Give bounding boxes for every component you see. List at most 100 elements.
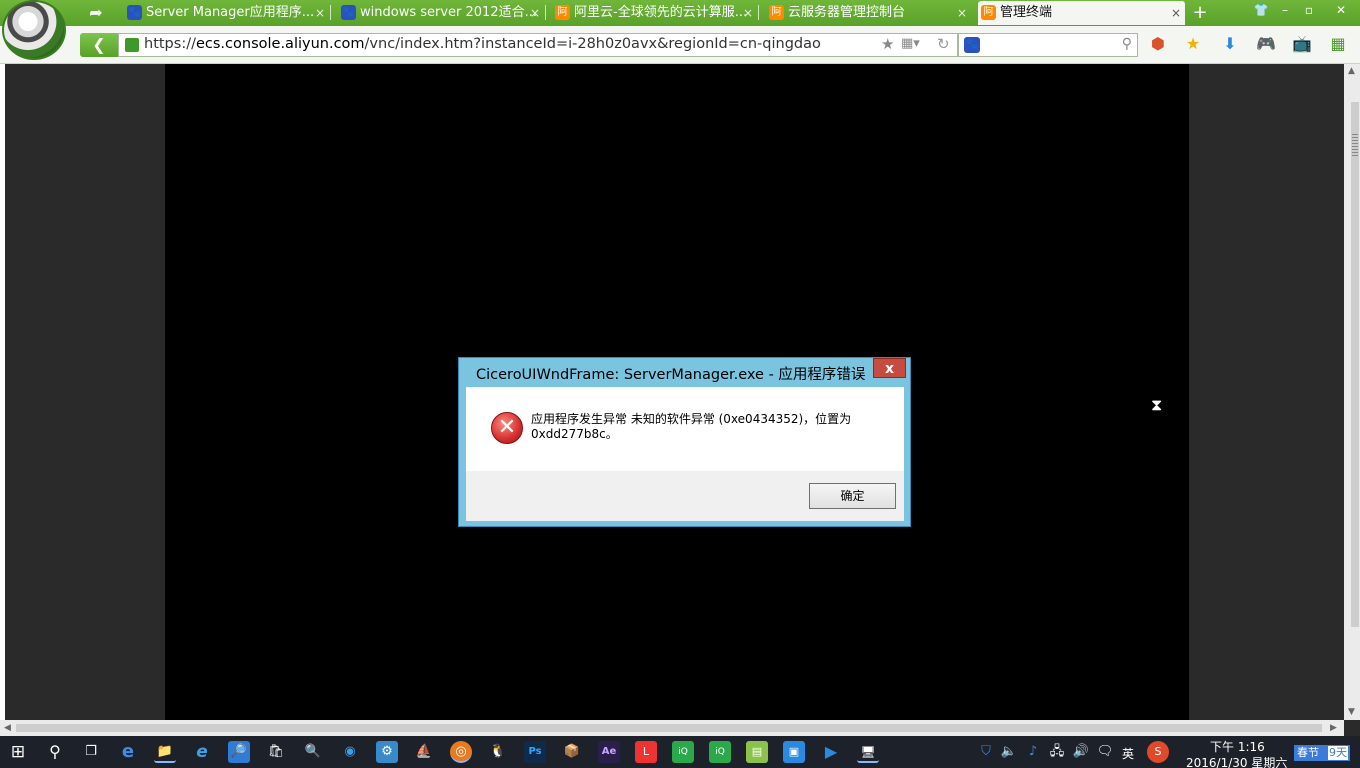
search-icon[interactable]: ⚲ — [1122, 36, 1132, 52]
url-scheme: https:// — [144, 36, 196, 52]
folder-app-icon[interactable]: ▣ — [783, 741, 805, 763]
minimize-button[interactable]: – — [1274, 1, 1296, 19]
qq-icon[interactable]: 🐧 — [487, 741, 509, 763]
restore-button[interactable]: ▫ — [1298, 1, 1320, 19]
tab-separator — [545, 5, 546, 20]
favorites-icon[interactable]: ★ — [1183, 33, 1203, 55]
tab-title: windows server 2012适合... — [360, 5, 537, 20]
compat-mode-icon[interactable]: ▦▾ — [901, 36, 920, 51]
vertical-scrollbar[interactable]: ▲ ▼ — [1344, 64, 1360, 720]
scroll-right-icon[interactable]: ▶ — [1330, 723, 1337, 733]
tray-app-icon[interactable]: ♪ — [1022, 741, 1044, 763]
error-dialog: CiceroUIWndFrame: ServerManager.exe - 应用… — [458, 357, 911, 527]
baidu-paw-icon: 🐾 — [341, 5, 356, 20]
skin-icon[interactable]: 👕 — [1250, 1, 1272, 19]
tab-close-icon[interactable]: × — [743, 1, 753, 25]
tv-icon[interactable]: 📺 — [1292, 33, 1312, 55]
iqiyi-icon-2[interactable]: iQ — [709, 741, 731, 763]
new-tab-button[interactable]: + — [1190, 2, 1210, 24]
volume-mute-icon[interactable]: 🔈 — [998, 741, 1020, 763]
scrollbar-thumb[interactable] — [16, 724, 1322, 732]
remote-desktop-icon[interactable]: 🖥 — [857, 741, 879, 763]
ok-button[interactable]: 确定 — [809, 483, 896, 509]
magnifier-icon[interactable]: 🔍 — [302, 741, 324, 763]
bookmark-star-icon[interactable]: ★ — [881, 35, 894, 53]
address-bar[interactable]: https://ecs.console.aliyun.com/vnc/index… — [118, 33, 958, 57]
photoshop-icon[interactable]: Ps — [524, 741, 546, 763]
tab-close-icon[interactable]: × — [1171, 1, 1181, 25]
calendar-app-icon[interactable]: ▤ — [746, 741, 768, 763]
refresh-icon[interactable]: ↻ — [937, 35, 950, 53]
download-icon[interactable]: ⬇ — [1220, 33, 1240, 55]
sogou-ime-icon[interactable]: S — [1147, 741, 1169, 763]
tab-close-icon[interactable]: × — [315, 1, 325, 25]
scroll-up-icon[interactable]: ▲ — [1348, 66, 1355, 76]
browser-app-icon[interactable]: ◉ — [339, 741, 361, 763]
scrollbar-thumb[interactable] — [1351, 102, 1359, 627]
error-message: 应用程序发生异常 未知的软件异常 (0xe0434352)，位置为 0xdd27… — [531, 412, 852, 441]
screen: ➦ 🐾 Server Manager应用程序... × 🐾 windows se… — [0, 0, 1360, 768]
scrollbar-grip — [1352, 134, 1358, 156]
network-app-icon[interactable]: ⚙ — [376, 741, 398, 763]
media-player-icon[interactable]: ▶ — [820, 741, 842, 763]
scroll-down-icon[interactable]: ▼ — [1348, 707, 1355, 717]
undo-close-tab-icon[interactable]: ➦ — [84, 3, 108, 23]
after-effects-icon[interactable]: Ae — [598, 741, 620, 763]
close-window-button[interactable]: ✕ — [1330, 1, 1352, 19]
security-shield-icon[interactable]: ⛉ — [975, 741, 997, 763]
tab-management-terminal[interactable]: 阿 管理终端 × — [978, 1, 1185, 25]
edge-icon[interactable]: e — [117, 741, 139, 763]
scroll-left-icon[interactable]: ◀ — [4, 723, 11, 733]
dialog-close-button[interactable]: x — [873, 358, 906, 378]
remote-app-icon[interactable]: ⛵ — [413, 741, 435, 763]
network-icon[interactable]: 🖧 — [1046, 741, 1068, 763]
tab-ecs-console[interactable]: 阿 云服务器管理控制台 × — [766, 1, 971, 25]
ime-indicator[interactable]: 英 — [1122, 745, 1134, 762]
browser-logo[interactable] — [2, 0, 66, 60]
search-engine-icon[interactable]: 🐾 — [964, 37, 980, 53]
url-text: https://ecs.console.aliyun.com/vnc/index… — [144, 36, 821, 52]
green-browser-icon[interactable]: ◎ — [450, 741, 472, 763]
page-left-edge — [0, 64, 5, 720]
back-button[interactable]: ❮ — [80, 33, 118, 57]
tab-close-icon[interactable]: × — [530, 1, 540, 25]
tab-title: Server Manager应用程序... — [146, 5, 315, 20]
tab-windows-server-2012[interactable]: 🐾 windows server 2012适合... × — [338, 1, 544, 25]
taskbar: ⊞ ⚲ ❐ e 📁 e 🔎 🛍 🔍 ◉ ⚙ ⛵ ◎ 🐧 Ps 📦 Ae L iQ… — [0, 736, 1360, 768]
festival-countdown-badge[interactable]: 春节 9天 — [1294, 745, 1350, 761]
festival-label: 春节 — [1297, 746, 1319, 759]
task-view-icon[interactable]: ❐ — [80, 741, 102, 763]
hourglass-cursor-icon: ⧗ — [1151, 395, 1163, 414]
package-icon[interactable]: 📦 — [561, 741, 583, 763]
url-host: ecs.console.aliyun.com — [195, 36, 365, 52]
browser-tab-bar: ➦ 🐾 Server Manager应用程序... × 🐾 windows se… — [0, 0, 1360, 26]
clock-time[interactable]: 下午 1:16 — [1210, 738, 1265, 755]
windows-start-icon[interactable]: ⊞ — [7, 741, 29, 763]
internet-explorer-icon[interactable]: e — [191, 741, 213, 763]
search-icon[interactable]: ⚲ — [44, 741, 66, 763]
iqiyi-icon[interactable]: iQ — [672, 741, 694, 763]
aliyun-icon: 阿 — [555, 5, 570, 20]
tab-aliyun-home[interactable]: 阿 阿里云-全球领先的云计算服... × — [552, 1, 757, 25]
game-icon[interactable]: 🎮 — [1256, 33, 1276, 55]
aliyun-icon: 阿 — [769, 5, 784, 20]
search-input[interactable]: 🐾 ⚲ — [958, 33, 1138, 57]
dialog-footer: 确定 — [466, 471, 904, 521]
tab-title: 阿里云-全球领先的云计算服... — [574, 5, 748, 20]
search-app-icon[interactable]: 🔎 — [228, 741, 250, 763]
tab-server-manager[interactable]: 🐾 Server Manager应用程序... × — [124, 1, 329, 25]
tab-title: 云服务器管理控制台 — [788, 5, 906, 20]
festival-days: 9天 — [1328, 746, 1348, 760]
red-app-icon[interactable]: L — [635, 741, 657, 763]
store-icon[interactable]: 🛍 — [265, 741, 287, 763]
clock-date[interactable]: 2016/1/30 星期六 — [1186, 754, 1287, 768]
horizontal-scrollbar[interactable]: ◀ ▶ — [0, 720, 1344, 736]
tab-close-icon[interactable]: × — [957, 1, 967, 25]
action-center-icon[interactable]: 🗨 — [1094, 741, 1116, 763]
file-explorer-icon[interactable]: 📁 — [154, 741, 176, 763]
dialog-body: ✕ 应用程序发生异常 未知的软件异常 (0xe0434352)，位置为 0xdd… — [466, 387, 904, 521]
tab-separator — [758, 5, 759, 20]
apps-grid-icon[interactable]: ▦ — [1328, 33, 1348, 55]
speaker-icon[interactable]: 🔊 — [1070, 741, 1092, 763]
kingsoft-antivirus-icon[interactable]: ⬢ — [1148, 33, 1168, 55]
